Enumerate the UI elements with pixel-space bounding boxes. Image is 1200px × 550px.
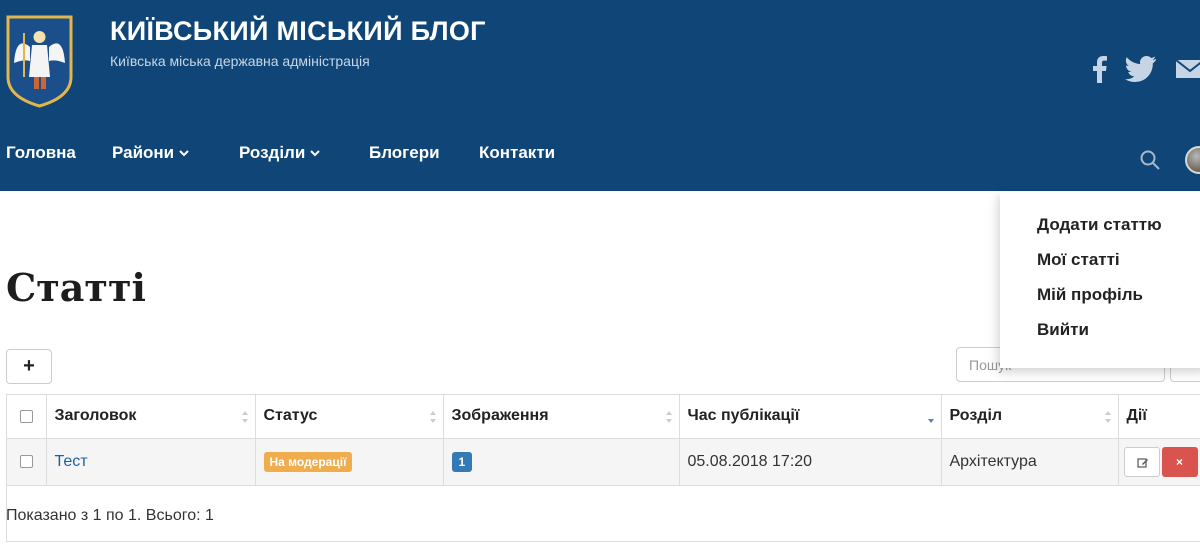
column-header-label: Статус	[263, 407, 318, 425]
select-all-cell	[7, 395, 47, 439]
cell-published: 05.08.2018 17:20	[679, 438, 942, 486]
column-header-label: Зображення	[451, 407, 549, 425]
column-header-label: Заголовок	[54, 407, 137, 425]
sort-desc-icon	[927, 419, 934, 423]
mail-icon[interactable]	[1175, 55, 1200, 83]
column-header-status[interactable]: Статус	[255, 395, 444, 439]
cell-title: Тест	[46, 438, 256, 486]
sort-icon	[665, 411, 672, 423]
user-menu-dropdown: Додати статтю Мої статті Мій профіль Вий…	[1000, 192, 1200, 368]
select-all-checkbox[interactable]	[20, 409, 33, 423]
chevron-down-icon	[179, 150, 189, 157]
delete-button[interactable]: ×	[1161, 446, 1198, 477]
menu-item-add-article[interactable]: Додати статтю	[1037, 215, 1162, 235]
column-header-title[interactable]: Заголовок	[46, 395, 256, 439]
search-icon[interactable]	[1139, 149, 1161, 171]
column-header-published[interactable]: Час публікації	[679, 395, 942, 439]
column-header-section[interactable]: Розділ	[941, 395, 1119, 439]
add-article-button[interactable]: +	[6, 349, 52, 384]
cell-actions: ×	[1118, 438, 1200, 486]
sort-icon	[241, 411, 248, 423]
edit-button[interactable]	[1123, 446, 1160, 477]
cell-images: 1	[443, 438, 680, 486]
twitter-icon[interactable]	[1125, 55, 1157, 83]
nav-item-label: Контакти	[479, 143, 556, 162]
row-checkbox[interactable]	[20, 454, 33, 468]
cell-section: Архітектура	[941, 438, 1119, 486]
nav-item-bloggers[interactable]: Блогери	[369, 143, 440, 163]
menu-item-my-articles[interactable]: Мої статті	[1037, 250, 1120, 270]
nav-item-contacts[interactable]: Контакти	[479, 143, 555, 163]
nav-item-label: Головна	[6, 143, 76, 162]
table-header-row: Заголовок Статус Зображення Час публікац…	[7, 395, 1200, 439]
user-avatar[interactable]	[1185, 146, 1200, 174]
menu-item-my-profile[interactable]: Мій профіль	[1037, 285, 1143, 305]
row-select-cell	[7, 438, 47, 486]
site-title[interactable]: КИЇВСЬКИЙ МІСЬКИЙ БЛОГ	[110, 16, 486, 47]
column-header-images[interactable]: Зображення	[443, 395, 680, 439]
column-header-label: Розділ	[949, 407, 1003, 425]
column-header-label: Час публікації	[687, 407, 800, 425]
menu-item-logout[interactable]: Вийти	[1037, 320, 1089, 340]
facebook-icon[interactable]	[1090, 55, 1108, 83]
nav-item-label: Розділи	[239, 143, 306, 162]
sort-icon	[429, 411, 436, 423]
main-nav: Головна Райони Розділи Блогери Контакти	[0, 143, 1130, 177]
article-title-link[interactable]: Тест	[55, 453, 88, 470]
nav-item-home[interactable]: Головна	[6, 143, 76, 163]
table-row: Тест На модерації 1 05.08.2018 17:20 Арх…	[7, 438, 1200, 486]
status-badge: На модерації	[263, 451, 353, 472]
nav-item-sections[interactable]: Розділи	[239, 143, 321, 163]
images-count-badge: 1	[451, 451, 473, 472]
nav-item-districts[interactable]: Райони	[112, 143, 189, 163]
chevron-down-icon	[310, 150, 321, 157]
site-subtitle: Київська міська державна адміністрація	[110, 53, 370, 69]
column-header-label: Дії	[1126, 407, 1147, 425]
nav-item-label: Блогери	[369, 143, 440, 162]
page-title: Статті	[6, 265, 146, 310]
cell-status: На модерації	[255, 438, 444, 486]
edit-icon	[1136, 457, 1148, 468]
column-header-actions: Дії	[1118, 395, 1200, 439]
site-header: КИЇВСЬКИЙ МІСЬКИЙ БЛОГ Київська міська д…	[0, 0, 1200, 191]
pagination-info: Показано з 1 по 1. Всього: 1	[6, 507, 214, 524]
sort-icon	[1104, 411, 1111, 423]
nav-item-label: Райони	[112, 143, 175, 162]
kyiv-coat-of-arms-icon[interactable]	[6, 15, 73, 108]
